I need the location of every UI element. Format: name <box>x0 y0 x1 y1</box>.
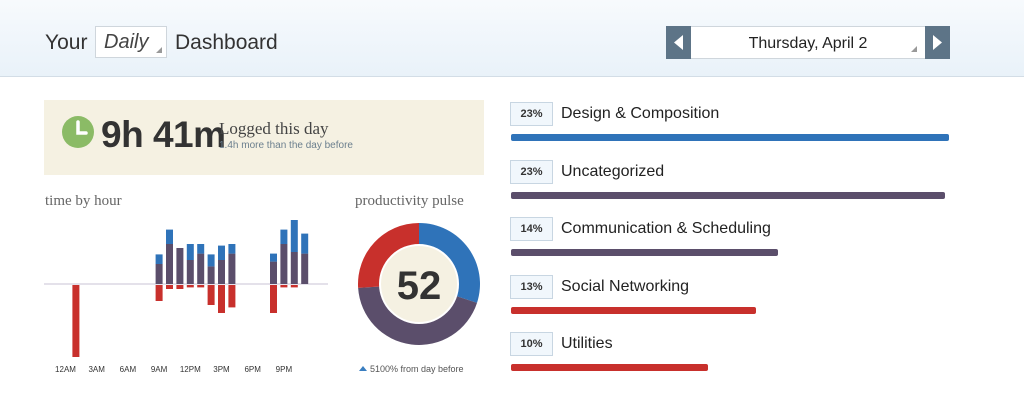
hour-bar-productive <box>228 244 236 254</box>
title-prefix: Your <box>45 31 88 54</box>
category-name: Utilities <box>561 335 613 352</box>
logged-time-total: 9h 41m <box>101 114 226 155</box>
hour-bar-productive <box>290 220 298 252</box>
logged-time-label: Logged this day <box>219 119 329 138</box>
productivity-score: 52 <box>397 264 442 308</box>
hour-bar-distracting <box>270 285 277 313</box>
hour-bar-distracting <box>72 285 80 357</box>
hour-bar-neutral <box>155 264 163 284</box>
dropdown-corner-icon <box>156 47 162 53</box>
category-percent: 14% <box>510 217 553 241</box>
hour-bar-distracting <box>155 285 163 301</box>
hour-bar-neutral <box>186 260 194 284</box>
hour-bar-distracting <box>280 285 288 288</box>
hour-tick-label: 3AM <box>88 365 105 374</box>
chevron-left-icon <box>674 35 683 50</box>
hour-bar-neutral <box>301 253 309 284</box>
category-name: Social Networking <box>561 278 690 295</box>
hour-bar-productive <box>166 229 173 244</box>
category-percent: 13% <box>510 275 553 299</box>
category-name: Uncategorized <box>561 163 665 180</box>
date-select-value: Thursday, April 2 <box>748 35 868 52</box>
productivity-pulse-heading: productivity pulse <box>355 193 464 209</box>
category-row[interactable]: 14% Communication & Scheduling <box>510 217 970 262</box>
title-suffix: Dashboard <box>175 31 278 54</box>
hour-bar-neutral <box>280 244 288 284</box>
hour-bar-distracting <box>197 285 205 288</box>
hour-tick-label: 6AM <box>120 365 137 374</box>
hour-bar-neutral <box>176 248 184 284</box>
productivity-pulse-donut: 52 <box>358 223 480 345</box>
category-percent: 23% <box>510 160 553 184</box>
hour-tick-label: 3PM <box>213 365 230 374</box>
time-by-hour-heading: time by hour <box>45 193 122 209</box>
date-select[interactable]: Thursday, April 2 <box>691 26 925 59</box>
hour-tick-label: 9AM <box>151 365 168 374</box>
hour-bar-neutral <box>197 253 205 284</box>
clock-icon <box>62 116 94 148</box>
hour-bar-productive <box>270 253 277 262</box>
time-by-hour-chart: 12AM 3AM 6AM 9AM 12PM 3PM 6PM 9PM <box>44 220 328 374</box>
hour-bar-distracting <box>176 285 184 289</box>
hour-bar-neutral <box>228 253 236 284</box>
hour-bar-distracting <box>207 285 215 305</box>
previous-day-button[interactable] <box>666 26 691 59</box>
pulse-change: 5100% from day before <box>359 364 464 374</box>
category-name: Communication & Scheduling <box>561 220 771 237</box>
category-row[interactable]: 23% Uncategorized <box>510 160 970 205</box>
hour-bar-productive <box>186 244 194 260</box>
period-select[interactable]: Daily <box>95 26 167 58</box>
hour-tick-label: 6PM <box>244 365 261 374</box>
category-bar <box>511 134 949 141</box>
hour-bar-distracting <box>186 285 194 288</box>
category-bar <box>511 192 945 199</box>
period-select-value: Daily <box>104 31 149 53</box>
category-percent: 10% <box>510 332 553 356</box>
header-bar: Your Daily Dashboard Thursday, April 2 <box>0 0 1024 77</box>
hour-bar-productive <box>155 254 163 264</box>
dropdown-corner-icon <box>911 46 917 52</box>
hour-bar-neutral <box>290 252 298 284</box>
hour-bar-neutral <box>270 261 277 284</box>
hour-tick-label: 12AM <box>55 365 76 374</box>
category-name: Design & Composition <box>561 105 720 122</box>
chevron-right-icon <box>933 35 942 50</box>
hour-bar-distracting <box>218 285 225 313</box>
logged-time-panel: 9h 41m Logged this day 1.4h more than th… <box>44 100 484 175</box>
hour-bar-neutral <box>207 266 215 284</box>
hour-bar-neutral <box>166 244 173 284</box>
category-bar <box>511 364 708 371</box>
category-percent: 23% <box>510 102 553 126</box>
hour-bar-productive <box>280 229 288 244</box>
hour-bar-productive <box>218 245 225 260</box>
hour-bar-distracting <box>290 285 298 288</box>
category-row[interactable]: 10% Utilities <box>510 332 970 377</box>
date-navigator: Thursday, April 2 <box>666 26 950 59</box>
category-bar <box>511 307 756 314</box>
hour-bar-distracting <box>228 285 236 308</box>
pulse-change-text: 5100% from day before <box>370 364 464 374</box>
hour-bar-distracting <box>166 285 173 289</box>
arrow-up-icon <box>359 366 367 371</box>
next-day-button[interactable] <box>925 26 950 59</box>
hour-tick-label: 12PM <box>180 365 201 374</box>
category-row[interactable]: 23% Design & Composition <box>510 102 970 147</box>
hour-bar-neutral <box>218 260 225 284</box>
category-bar <box>511 249 778 256</box>
logged-time-comparison: 1.4h more than the day before <box>219 140 353 151</box>
category-row[interactable]: 13% Social Networking <box>510 275 970 320</box>
hour-bar-productive <box>197 244 205 254</box>
hour-bar-productive <box>301 233 309 254</box>
hour-bar-productive <box>207 254 215 267</box>
hour-tick-label: 9PM <box>276 365 293 374</box>
